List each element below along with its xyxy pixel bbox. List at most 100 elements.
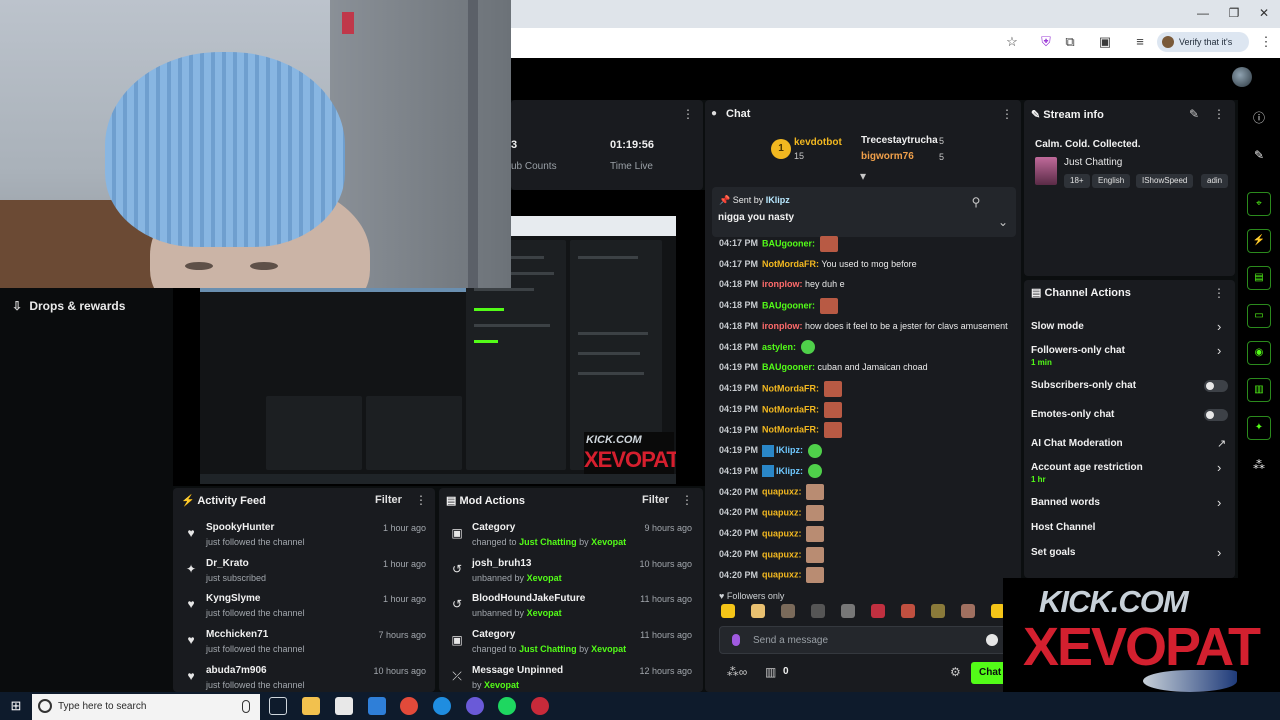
- toggle-switch[interactable]: [1204, 380, 1228, 392]
- bookmark-star-icon[interactable]: ☆: [1003, 34, 1021, 50]
- chat-input[interactable]: Send a message: [719, 626, 1009, 654]
- app-icon[interactable]: [466, 697, 484, 715]
- channel-action-label[interactable]: Followers-only chat: [1031, 345, 1125, 356]
- lightning-icon[interactable]: ⚡: [1247, 229, 1271, 253]
- leaderboard-user[interactable]: bigworm76: [861, 151, 914, 162]
- minimize-button[interactable]: —: [1193, 6, 1213, 22]
- info-icon[interactable]: ⓘ: [1251, 110, 1267, 126]
- toggle-switch[interactable]: [1204, 409, 1228, 421]
- feed-user-name[interactable]: KyngSlyme: [206, 593, 260, 604]
- emote-button[interactable]: [901, 604, 915, 618]
- chat-username[interactable]: IKlipz:: [776, 466, 803, 476]
- feed-item[interactable]: ♥ Mcchicken71 just followed the channel 7 h…: [184, 629, 428, 663]
- panel-layout-icon[interactable]: ▥: [1247, 378, 1271, 402]
- emote-button[interactable]: [721, 604, 735, 618]
- drops-rewards-link[interactable]: ⇩ Drops & rewards: [12, 299, 172, 315]
- spotify-icon[interactable]: [498, 697, 516, 715]
- chrome-icon[interactable]: [400, 697, 418, 715]
- channel-action-label[interactable]: Account age restriction: [1031, 462, 1143, 473]
- feed-user-name[interactable]: Dr_Krato: [206, 558, 249, 569]
- emote-button[interactable]: [961, 604, 975, 618]
- broadcast-icon[interactable]: ◉: [1247, 341, 1271, 365]
- extensions-puzzle-icon[interactable]: ⧉: [1061, 34, 1079, 50]
- voice-search-icon[interactable]: [242, 700, 250, 713]
- chat-username[interactable]: BAUgooner:: [762, 362, 815, 372]
- chat-username[interactable]: quapuxz:: [762, 570, 802, 580]
- chat-username[interactable]: quapuxz:: [762, 528, 802, 538]
- leaderboard-user[interactable]: kevdotbot: [794, 137, 842, 148]
- chat-username[interactable]: NotMordaFR:: [762, 404, 819, 414]
- mic-icon[interactable]: [732, 634, 740, 646]
- chat-username[interactable]: BAUgooner:: [762, 300, 815, 310]
- pinned-message[interactable]: 📌 Sent by IKlipz nigga you nasty ⚲ ⌄: [712, 187, 1016, 237]
- reading-list-icon[interactable]: ≡: [1131, 34, 1149, 50]
- chevron-right-icon[interactable]: ›: [1217, 319, 1227, 334]
- mod-action-item[interactable]: ↺ josh_bruh13 unbanned by Xevopat 10 hours…: [450, 558, 694, 592]
- external-link-icon[interactable]: ↗: [1217, 437, 1227, 450]
- app-icon[interactable]: [531, 697, 549, 715]
- chat-icon[interactable]: ▭: [1247, 304, 1271, 328]
- mod-actions-menu-icon[interactable]: ⋮: [681, 493, 693, 507]
- user-avatar[interactable]: [1232, 67, 1252, 87]
- emote-button[interactable]: [781, 604, 795, 618]
- emote-button[interactable]: [811, 604, 825, 618]
- channel-action-label[interactable]: Set goals: [1031, 547, 1075, 558]
- chat-username[interactable]: quapuxz:: [762, 549, 802, 559]
- mod-action-item[interactable]: ▣ Category changed to Just Chatting by Xev…: [450, 522, 694, 556]
- dots-cluster-icon[interactable]: ⁂: [1251, 457, 1267, 473]
- collapse-leaderboard-icon[interactable]: ▾: [858, 169, 868, 183]
- emote-button[interactable]: [751, 604, 765, 618]
- chat-username[interactable]: NotMordaFR:: [762, 259, 819, 269]
- emoji-picker-icon[interactable]: [986, 634, 998, 646]
- mod-actions-filter-button[interactable]: Filter: [642, 494, 669, 506]
- screen-capture-icon[interactable]: ▣: [1096, 34, 1114, 50]
- close-window-button[interactable]: ✕: [1254, 6, 1274, 22]
- feed-user-name[interactable]: abuda7m906: [206, 665, 267, 676]
- emote-button[interactable]: [841, 604, 855, 618]
- feed-user-name[interactable]: Mcchicken71: [206, 629, 268, 640]
- stream-info-menu-icon[interactable]: ⋮: [1213, 107, 1225, 121]
- wrench-icon[interactable]: ✦: [1247, 416, 1271, 440]
- channel-action-label[interactable]: AI Chat Moderation: [1031, 438, 1123, 449]
- windows-start-icon[interactable]: ⊞: [8, 698, 24, 714]
- channel-action-label[interactable]: Slow mode: [1031, 321, 1084, 332]
- edit-pencil-icon[interactable]: ✎: [1189, 107, 1199, 121]
- channel-action-label[interactable]: Host Channel: [1031, 522, 1095, 533]
- emote-button[interactable]: [871, 604, 885, 618]
- chat-gear-icon[interactable]: ⚙: [950, 665, 961, 679]
- mod-action-item[interactable]: ▣ Category changed to Just Chatting by Xev…: [450, 629, 694, 663]
- gift-box-icon[interactable]: ▥: [765, 665, 776, 679]
- channel-action-label[interactable]: Subscribers-only chat: [1031, 380, 1136, 391]
- taskbar-search[interactable]: Type here to search: [32, 694, 260, 720]
- feed-item[interactable]: ♥ KyngSlyme just followed the channel 1 hou…: [184, 593, 428, 627]
- feed-item[interactable]: ✦ Dr_Krato just subscribed 1 hour ago: [184, 558, 428, 592]
- feed-item[interactable]: ♥ SpookyHunter just followed the channel 1 …: [184, 522, 428, 556]
- pin-icon[interactable]: ⚲: [971, 195, 981, 209]
- mod-action-item[interactable]: ↺ BloodHoundJakeFuture unbanned by Xevopat…: [450, 593, 694, 627]
- channel-action-label[interactable]: Banned words: [1031, 497, 1100, 508]
- restore-button[interactable]: ❐: [1224, 6, 1244, 22]
- channel-action-label[interactable]: Emotes-only chat: [1031, 409, 1114, 420]
- verify-identity-chip[interactable]: Verify that it's you: [1157, 32, 1249, 67]
- leaderboard-user[interactable]: Trecestaytrucha: [861, 135, 938, 146]
- chat-username[interactable]: astylen:: [762, 342, 796, 352]
- extension-shield-icon[interactable]: ⛨: [1037, 34, 1055, 50]
- document-icon[interactable]: ▤: [1247, 266, 1271, 290]
- chevron-right-icon[interactable]: ›: [1217, 460, 1227, 475]
- activity-feed-menu-icon[interactable]: ⋮: [415, 493, 427, 507]
- chat-username[interactable]: quapuxz:: [762, 507, 802, 517]
- chevron-right-icon[interactable]: ›: [1217, 545, 1227, 560]
- chat-settings-link-icon[interactable]: ⁂∞: [724, 665, 750, 679]
- chat-username[interactable]: ironplow:: [762, 279, 803, 289]
- browser-menu-icon[interactable]: ⋮: [1257, 34, 1275, 50]
- chevron-right-icon[interactable]: ›: [1217, 495, 1227, 510]
- store-icon[interactable]: [335, 697, 353, 715]
- chat-username[interactable]: ironplow:: [762, 321, 803, 331]
- pen-icon[interactable]: ✎: [1251, 147, 1267, 163]
- chat-username[interactable]: NotMordaFR:: [762, 425, 819, 435]
- pinned-user[interactable]: IKlipz: [766, 195, 790, 205]
- chat-username[interactable]: NotMordaFR:: [762, 383, 819, 393]
- chevron-right-icon[interactable]: ›: [1217, 343, 1227, 358]
- chat-username[interactable]: IKlipz:: [776, 445, 803, 455]
- emote-button[interactable]: [931, 604, 945, 618]
